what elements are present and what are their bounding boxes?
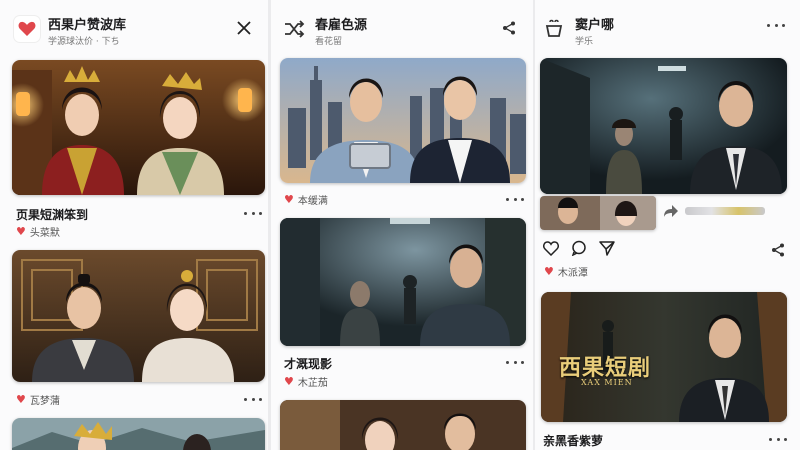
video-meta: ♥ 瓦梦蒲 xyxy=(16,392,60,407)
video-thumbnail[interactable] xyxy=(12,418,265,450)
column-header: 春雇色源 看花留 xyxy=(271,0,533,54)
blurred-link-text xyxy=(685,207,765,215)
feed-column-1: 西果户赞波库 学源球汰价 · 下ち 页果短渊笨到 ♥ 头菜默 ♥ 瓦梦蒲 xyxy=(0,0,268,450)
teacup-icon xyxy=(541,16,567,42)
video-thumbnail[interactable] xyxy=(540,58,787,194)
channel-title: 窦户哪 xyxy=(575,18,615,33)
heart-logo-icon xyxy=(14,16,40,42)
video-meta-text: 木芷茄 xyxy=(297,378,328,389)
video-meta: ♥ 本缓满 xyxy=(284,192,328,207)
action-bar xyxy=(543,240,615,256)
video-title[interactable]: 亲黑香紫萝 xyxy=(543,432,603,449)
preview-thumbnail[interactable] xyxy=(540,196,656,230)
forward-icon[interactable] xyxy=(663,204,679,218)
video-thumbnail[interactable] xyxy=(12,60,265,195)
more-icon[interactable] xyxy=(506,194,524,204)
channel-title: 西果户赞波库 xyxy=(48,18,127,33)
close-icon[interactable] xyxy=(232,16,256,40)
heart-icon[interactable]: ♥ xyxy=(16,225,26,238)
video-meta: ♥ 头菜默 xyxy=(16,224,60,239)
feed-column-2: 春雇色源 看花留 ♥ 本缓满 才溉现影 ♥ 木芷茄 xyxy=(271,0,533,450)
more-icon[interactable] xyxy=(767,20,785,30)
share-icon[interactable] xyxy=(766,238,790,262)
heart-icon[interactable]: ♥ xyxy=(284,375,294,388)
video-thumbnail[interactable] xyxy=(280,400,526,450)
column-header: 窦户哪 学乐 xyxy=(535,0,800,54)
video-meta-text: 瓦梦蒲 xyxy=(29,396,60,407)
feed-column-3: 窦户哪 学乐 ♥ 木派潭 西果短剧 XAX MIEN 亲黑香紫萝 xyxy=(535,0,800,450)
share-icon[interactable] xyxy=(497,16,521,40)
shared-link[interactable] xyxy=(663,204,765,218)
channel-title: 春雇色源 xyxy=(315,18,368,33)
video-meta: ♥ 木派潭 xyxy=(544,264,588,279)
video-meta: ♥ 木芷茄 xyxy=(284,374,328,389)
video-thumbnail[interactable] xyxy=(280,218,526,346)
video-title[interactable]: 页果短渊笨到 xyxy=(16,206,88,223)
video-thumbnail[interactable] xyxy=(280,58,526,183)
channel-subtitle: 学乐 xyxy=(575,37,594,47)
more-icon[interactable] xyxy=(769,434,787,444)
video-thumbnail[interactable] xyxy=(12,250,265,382)
shuffle-icon xyxy=(281,16,307,42)
heart-icon[interactable]: ♥ xyxy=(16,393,26,406)
channel-subtitle: 学源球汰价 · 下ち xyxy=(48,37,120,47)
more-icon[interactable] xyxy=(244,394,262,404)
more-icon[interactable] xyxy=(506,357,524,367)
video-meta-text: 头菜默 xyxy=(29,228,60,239)
column-header: 西果户赞波库 学源球汰价 · 下ち xyxy=(0,0,268,54)
channel-subtitle: 看花留 xyxy=(315,37,343,47)
more-icon[interactable] xyxy=(244,208,262,218)
video-meta-text: 本缓满 xyxy=(297,196,328,207)
send-icon[interactable] xyxy=(599,240,615,256)
heart-icon[interactable]: ♥ xyxy=(284,193,294,206)
video-title[interactable]: 才溉现影 xyxy=(284,355,332,372)
heart-outline-icon[interactable] xyxy=(543,240,559,256)
video-meta-text: 木派潭 xyxy=(557,268,588,279)
poster-subtitle: XAX MIEN xyxy=(581,378,633,387)
comment-icon[interactable] xyxy=(571,240,587,256)
heart-icon[interactable]: ♥ xyxy=(544,265,554,278)
video-thumbnail[interactable]: 西果短剧 XAX MIEN xyxy=(541,292,787,422)
